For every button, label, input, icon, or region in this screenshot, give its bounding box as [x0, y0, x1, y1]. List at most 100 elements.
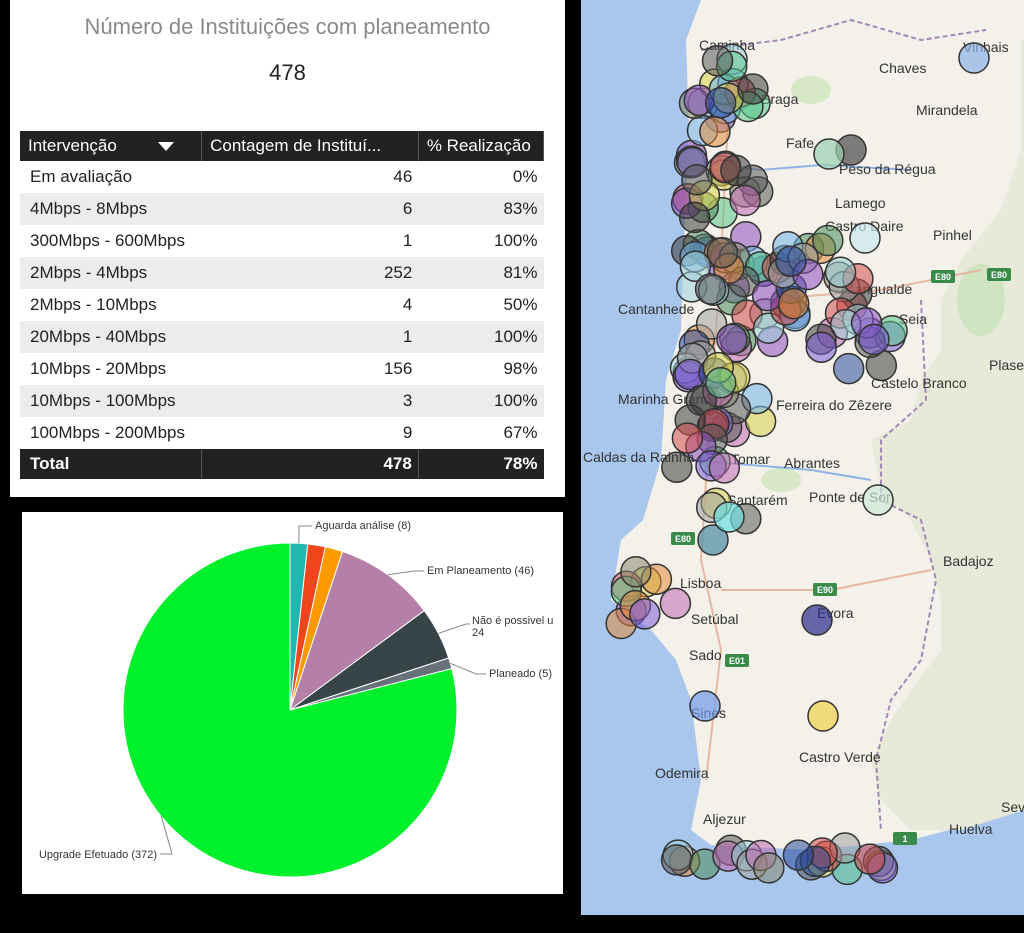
cell-realizacao: 50%	[503, 295, 538, 314]
map-place-label: Abrantes	[784, 455, 840, 471]
table-row[interactable]: Em avaliação 46 0%	[20, 161, 544, 193]
map-place-label: Huelva	[949, 821, 993, 837]
map-bubble[interactable]	[862, 484, 894, 516]
table-row[interactable]: 20Mbps - 40Mbps 1 100%	[20, 321, 544, 353]
map-bubble[interactable]	[832, 352, 865, 385]
map-bubble[interactable]	[620, 556, 652, 588]
map-bubble[interactable]	[704, 86, 737, 119]
cell-intervencao: 2Mbps - 4Mbps	[20, 257, 202, 289]
map-place-label: Plasencia	[989, 357, 1024, 373]
cell-intervencao: Em avaliação	[30, 167, 133, 186]
pie-leader-line	[298, 525, 312, 544]
table-panel: Número de Instituições com planeamento 4…	[10, 0, 565, 497]
pie-panel: Aguarda análise (8) Em Planeamento (46) Nã…	[22, 512, 563, 894]
land-spain	[871, 40, 1024, 830]
map-place-label: Cantanhede	[618, 301, 695, 317]
cell-contagem: 1	[201, 321, 419, 353]
pie-data-label: Aguarda análise (8)	[315, 520, 411, 532]
cell-realizacao: 83%	[418, 193, 544, 225]
map-place-label: Badajoz	[943, 553, 994, 569]
map-place-label: Ferreira do Zêzere	[776, 397, 892, 413]
map-place-label: Pinhel	[933, 227, 972, 243]
map-bubble[interactable]	[775, 245, 807, 277]
card-title: Número de Instituições com planeamento	[84, 14, 491, 39]
map-bubble[interactable]	[706, 237, 739, 269]
map-bubble[interactable]	[694, 273, 727, 305]
map-bubble[interactable]	[807, 700, 839, 732]
column-header-intervencao[interactable]: Intervenção	[20, 131, 203, 161]
svg-text:1: 1	[902, 834, 907, 844]
map-bubble[interactable]	[801, 604, 833, 636]
total-count: 478	[201, 449, 419, 479]
map-bubble[interactable]	[777, 287, 810, 320]
column-header-contagem[interactable]: Contagem de Instituí...	[201, 131, 419, 161]
table-row[interactable]: 10Mbps - 100Mbps 3 100%	[20, 385, 544, 417]
cell-contagem: 3	[201, 385, 419, 417]
cell-contagem: 4	[402, 295, 413, 314]
cell-realizacao: 81%	[418, 257, 544, 289]
map-place-label: Lamego	[835, 195, 886, 211]
map-panel[interactable]: E80E80E80E90E011 CaminhaChavesVinhaisBra…	[581, 0, 1024, 915]
map-bubble[interactable]	[958, 42, 990, 74]
cell-realizacao: 98%	[503, 359, 538, 378]
sort-desc-icon[interactable]	[157, 142, 174, 152]
cell-intervencao: 10Mbps - 100Mbps	[20, 385, 202, 417]
map-bubble[interactable]	[660, 844, 693, 876]
svg-text:E90: E90	[817, 585, 833, 595]
pie-chart: Aguarda análise (8) Em Planeamento (46) Nã…	[39, 520, 553, 878]
svg-text:E80: E80	[675, 534, 691, 544]
cell-intervencao: 300Mbps - 600Mbps	[30, 231, 185, 250]
cell-contagem: 9	[402, 423, 413, 442]
cell-realizacao: 67%	[503, 423, 538, 442]
map-bubble[interactable]	[661, 451, 693, 483]
map-bubble[interactable]	[689, 690, 721, 722]
card-value: 478	[269, 60, 306, 85]
map-bubble[interactable]	[681, 164, 713, 196]
map-place-label: Aljezur	[703, 811, 746, 827]
table-row[interactable]: 10Mbps - 20Mbps 156 98%	[20, 353, 544, 385]
map-bubble[interactable]	[716, 323, 748, 356]
map-place-label: Chaves	[879, 60, 926, 76]
map-bubble[interactable]	[858, 323, 890, 356]
map-place-label: Setúbal	[691, 611, 738, 627]
map-bubble[interactable]	[753, 852, 785, 884]
map-place-label: Castro Verde	[799, 749, 881, 765]
table-row[interactable]: 300Mbps - 600Mbps 1 100%	[20, 225, 544, 257]
map-bubble[interactable]	[782, 839, 815, 871]
road-shield-icon: E01	[725, 654, 749, 667]
map-bubble[interactable]	[699, 115, 731, 148]
table-row[interactable]: 2Mbps - 10Mbps 4 50%	[20, 289, 544, 321]
map-bubble[interactable]	[659, 587, 692, 620]
table-row[interactable]: 4Mbps - 8Mbps 6 83%	[20, 193, 544, 225]
cell-contagem: 6	[201, 193, 419, 225]
map-bubble[interactable]	[805, 331, 838, 363]
map-bubble[interactable]	[671, 422, 704, 454]
map-bubble[interactable]	[704, 366, 737, 399]
column-header-realizacao[interactable]: % Realização	[418, 131, 545, 161]
map-bubble[interactable]	[854, 843, 886, 875]
map-canvas[interactable]: E80E80E80E90E011 CaminhaChavesVinhaisBra…	[581, 0, 1024, 915]
map-bubble[interactable]	[849, 222, 881, 254]
map-bubble[interactable]	[729, 184, 761, 217]
map-bubble[interactable]	[812, 224, 844, 257]
table-body: Em avaliação 46 0% 4Mbps - 8Mbps 6 83% 300Mbps…	[20, 161, 544, 449]
map-bubble[interactable]	[737, 73, 769, 105]
road-shield-icon: E80	[987, 268, 1011, 281]
road-shield-icon: 1	[893, 832, 917, 845]
map-bubble[interactable]	[629, 598, 661, 630]
table-row[interactable]: 100Mbps - 200Mbps 9 67%	[20, 417, 544, 449]
map-bubble[interactable]	[701, 45, 734, 77]
map-bubble[interactable]	[720, 154, 752, 187]
svg-text:E80: E80	[991, 270, 1007, 280]
map-bubble[interactable]	[678, 201, 711, 234]
map-bubble[interactable]	[713, 501, 745, 533]
map-place-label: Mirandela	[916, 102, 978, 118]
map-bubble[interactable]	[708, 452, 741, 484]
table-total-row: Total 478 78%	[20, 449, 544, 479]
map-bubble[interactable]	[824, 256, 857, 288]
road-shield-icon: E80	[671, 532, 695, 545]
cell-intervencao: 2Mbps - 10Mbps	[30, 295, 157, 314]
map-bubble[interactable]	[813, 138, 845, 170]
map-place-label: Fafe	[786, 135, 814, 151]
table-row[interactable]: 2Mbps - 4Mbps 252 81%	[20, 257, 544, 289]
